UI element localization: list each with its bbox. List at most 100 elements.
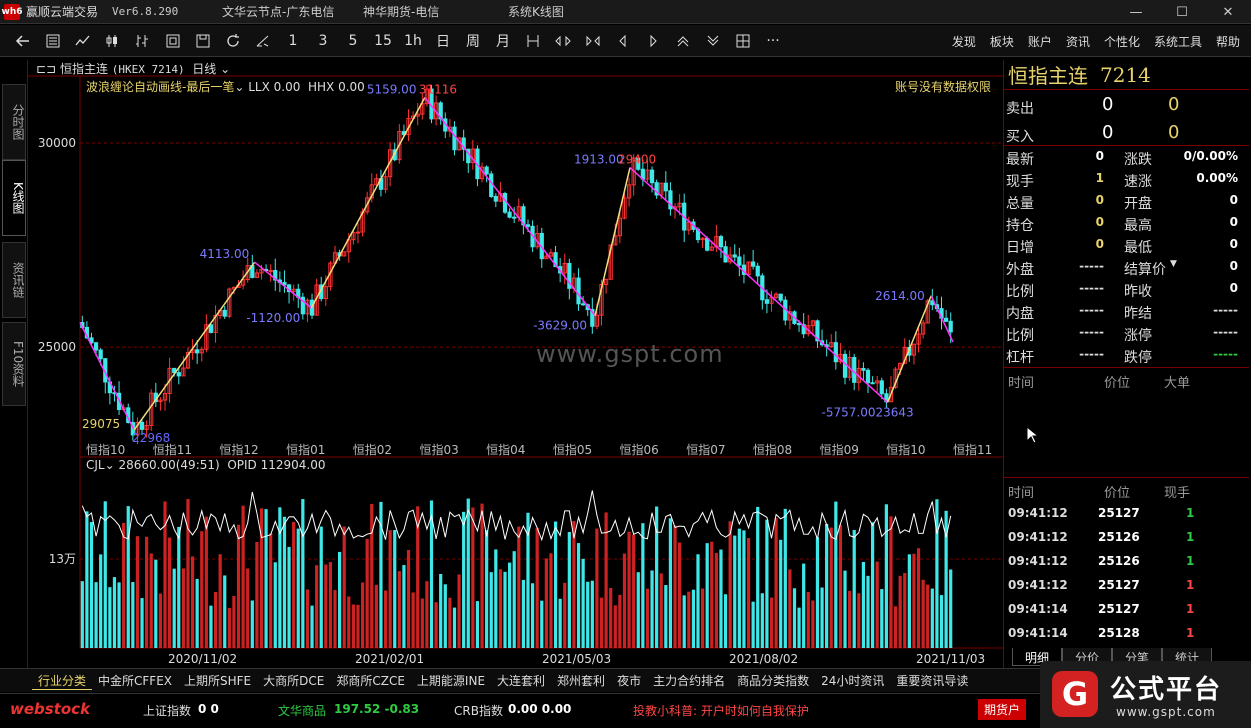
opid-value: OPID 112904.00: [227, 458, 326, 472]
tick-row[interactable]: 09:41:12 25127 1: [1004, 502, 1250, 526]
kline-chart-icon[interactable]: [98, 25, 128, 57]
kline-chart-area[interactable]: 30000 25000 13万 22968 4113.00 -1120.00 5159.00…: [28, 60, 1003, 668]
menu-discover[interactable]: 发现: [945, 33, 983, 50]
close-button[interactable]: ✕: [1205, 0, 1251, 24]
tick-list[interactable]: 时间 价位 现手 09:41:12 25127 1 09:41:12 25126 1 09:…: [1004, 478, 1249, 648]
candle-body: [842, 353, 848, 378]
bar-chart-icon[interactable]: [128, 25, 158, 57]
volume-indicator-name[interactable]: CJL: [86, 458, 105, 472]
arrow-left-icon[interactable]: [608, 25, 638, 57]
volume-bar: [595, 528, 599, 648]
timeshare-chart-icon[interactable]: [68, 25, 98, 57]
quote-label: 跌停: [1124, 350, 1152, 366]
volume-bar: [337, 551, 342, 648]
volume-bar: [80, 581, 84, 648]
self-select-icon[interactable]: [518, 25, 548, 57]
chart-menu-icon[interactable]: ⊏⊐: [36, 62, 60, 76]
ask-row[interactable]: 卖出 0 0: [1004, 92, 1250, 118]
quote-name: 恒指主连: [1008, 64, 1088, 88]
tick-row[interactable]: 09:41:12 25127 1: [1004, 574, 1250, 598]
minimize-button[interactable]: —: [1113, 0, 1159, 24]
candle-body: [93, 342, 99, 351]
zoom-in-icon[interactable]: [578, 25, 608, 57]
quote-value: 0: [1229, 215, 1238, 229]
chevron-down-icon[interactable]: ⌄: [105, 458, 119, 472]
layout-grid-icon[interactable]: [728, 25, 758, 57]
period-3min-button[interactable]: 3: [308, 25, 338, 57]
period-1h-button[interactable]: 1h: [398, 25, 428, 57]
menu-personalize[interactable]: 个性化: [1097, 33, 1147, 50]
tab-timeshare[interactable]: 分时图: [2, 84, 26, 160]
zigzag-segment: [133, 261, 256, 431]
period-month-button[interactable]: 月: [488, 25, 518, 57]
market-tab[interactable]: 大连套利: [491, 672, 551, 689]
wh-commodity-label[interactable]: 文华商品: [278, 702, 326, 719]
chevron-down-icon[interactable]: ⌄: [234, 80, 248, 94]
market-tab[interactable]: 主力合约排名: [647, 672, 731, 689]
period-5min-button[interactable]: 5: [338, 25, 368, 57]
caret-down-icon[interactable]: ▼: [1170, 259, 1177, 269]
market-tab[interactable]: 上期能源INE: [411, 672, 491, 689]
market-tab[interactable]: 行业分类: [32, 672, 93, 690]
period-selector[interactable]: 日线: [192, 62, 216, 76]
volume-bar: [282, 516, 287, 648]
volume-bar: [236, 524, 241, 648]
tab-kline[interactable]: K线图: [2, 160, 26, 236]
gspt-brand-badge: G 公式平台 www.gspt.com: [1040, 661, 1251, 728]
market-tab[interactable]: 大商所DCE: [257, 672, 330, 689]
tick-volume: 1: [1186, 602, 1195, 616]
quote-value: 0: [1095, 237, 1104, 251]
quote-value: 0: [1229, 237, 1238, 251]
period-day-button[interactable]: 日: [428, 25, 458, 57]
tick-row[interactable]: 09:41:14 25128 1: [1004, 622, 1250, 646]
volume-bar: [939, 595, 944, 648]
market-tab[interactable]: 商品分类指数: [731, 672, 815, 689]
pivot-annotation: 31116: [419, 83, 457, 97]
crb-index-label[interactable]: CRB指数: [454, 702, 503, 719]
tab-f10[interactable]: F10资料: [2, 322, 26, 406]
volume-bar: [406, 550, 411, 648]
market-tab[interactable]: 上期所SHFE: [178, 672, 257, 689]
tick-row[interactable]: 09:41:12 25126 1: [1004, 526, 1250, 550]
arrow-up-icon[interactable]: [668, 25, 698, 57]
menu-news[interactable]: 资讯: [1059, 33, 1097, 50]
drawing-tool-icon[interactable]: [248, 25, 278, 57]
save-icon[interactable]: [188, 25, 218, 57]
quote-board-icon[interactable]: [158, 25, 188, 57]
market-tab[interactable]: 24小时资讯: [815, 672, 890, 689]
period-15min-button[interactable]: 15: [368, 25, 398, 57]
market-tab[interactable]: 重要资讯导读: [890, 672, 974, 689]
menu-sectors[interactable]: 板块: [983, 33, 1021, 50]
candle-body: [355, 231, 361, 234]
market-tab[interactable]: 郑商所CZCE: [330, 672, 411, 689]
quote-label: 结算价: [1124, 262, 1166, 278]
report-list-icon[interactable]: [38, 25, 68, 57]
volume-bar: [434, 602, 438, 648]
more-button[interactable]: ···: [758, 25, 788, 57]
volume-bar: [632, 534, 636, 648]
sh-index-label[interactable]: 上证指数: [143, 702, 191, 719]
tick-row[interactable]: 09:41:14 25127 1: [1004, 598, 1250, 622]
market-tab[interactable]: 郑州套利: [551, 672, 611, 689]
refresh-icon[interactable]: [218, 25, 248, 57]
tab-news-chain[interactable]: 资讯链: [2, 242, 26, 318]
futures-account-button[interactable]: 期货户: [978, 699, 1027, 720]
menu-system-tools[interactable]: 系统工具: [1147, 33, 1209, 50]
arrow-down-icon[interactable]: [698, 25, 728, 57]
market-tab[interactable]: 中金所CFFEX: [92, 672, 178, 689]
kline-chart-svg[interactable]: 300002500013万229684113.00-1120.005159.00…: [28, 60, 1003, 668]
indicator-name[interactable]: 波浪缠论自动画线-最后一笔: [86, 80, 234, 94]
period-week-button[interactable]: 周: [458, 25, 488, 57]
period-1min-button[interactable]: 1: [278, 25, 308, 57]
chevron-down-icon[interactable]: ⌄: [216, 62, 230, 76]
education-tip[interactable]: 投教小科普: 开户时如何自我保护: [633, 702, 809, 719]
arrow-right-icon[interactable]: [638, 25, 668, 57]
back-arrow-icon[interactable]: [8, 25, 38, 57]
maximize-button[interactable]: ☐: [1159, 0, 1205, 24]
menu-help[interactable]: 帮助: [1209, 33, 1247, 50]
tick-row[interactable]: 09:41:12 25126 1: [1004, 550, 1250, 574]
zoom-out-icon[interactable]: [548, 25, 578, 57]
market-tab[interactable]: 夜市: [611, 672, 647, 689]
bid-row[interactable]: 买入 0 0: [1004, 120, 1250, 146]
menu-account[interactable]: 账户: [1021, 33, 1059, 50]
